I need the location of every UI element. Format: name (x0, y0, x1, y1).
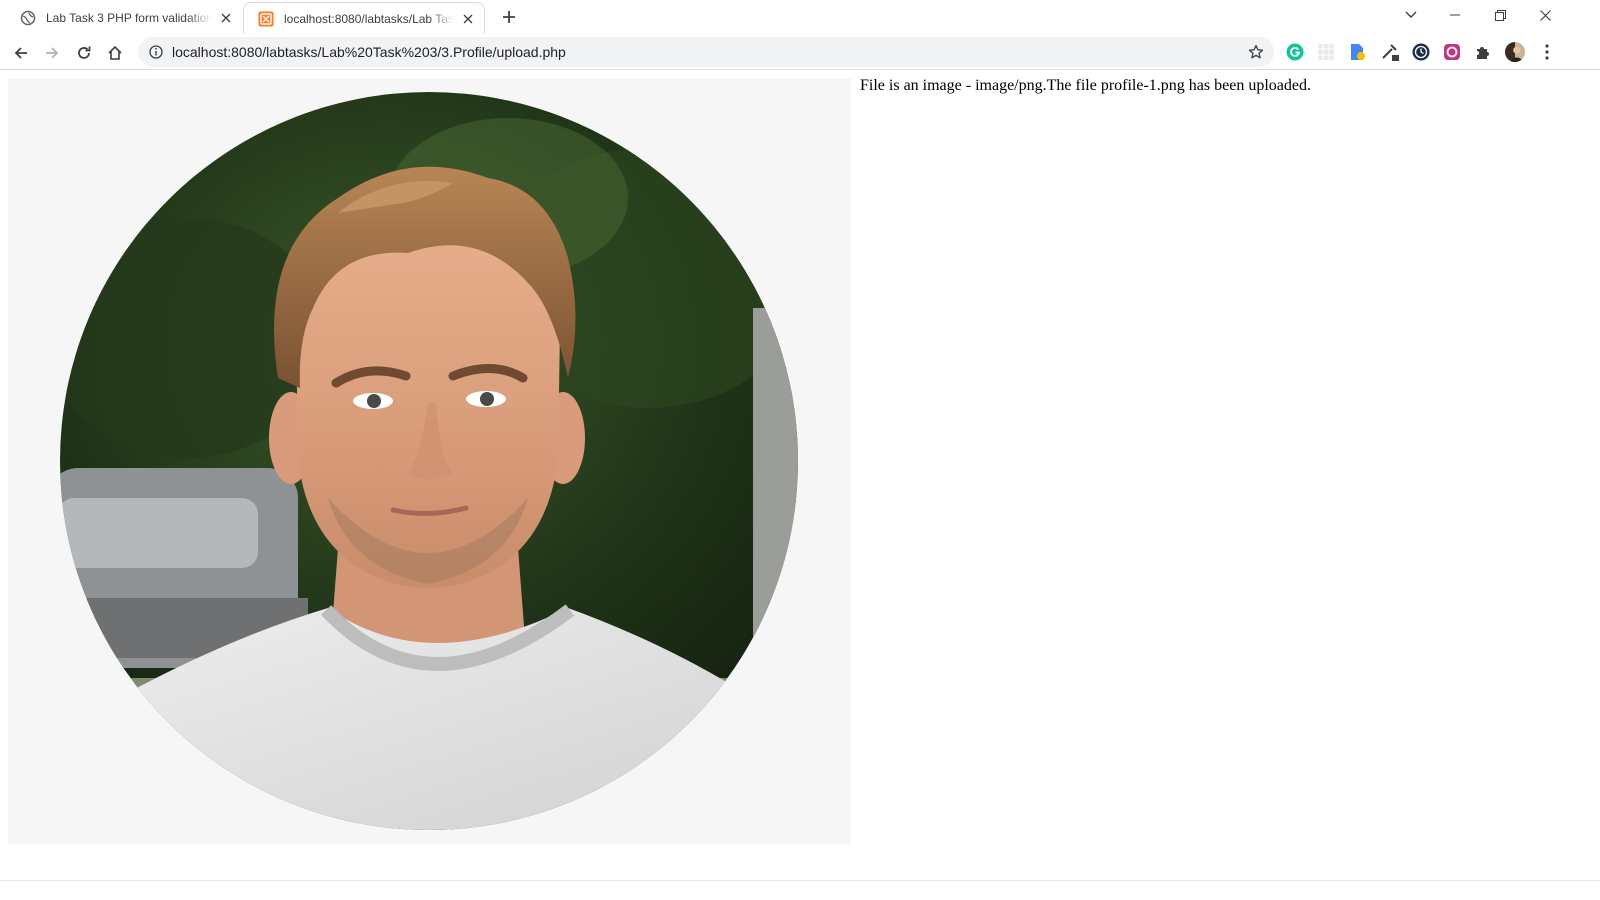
close-tab-icon[interactable] (460, 11, 476, 27)
plus-icon (503, 11, 515, 23)
bookmark-star-icon[interactable] (1246, 42, 1266, 62)
new-tab-button[interactable] (498, 6, 520, 28)
tab-title: localhost:8080/labtasks/Lab Task (284, 11, 454, 26)
puzzle-icon[interactable] (1473, 42, 1493, 62)
home-button[interactable] (101, 39, 129, 67)
globe-icon (20, 10, 36, 26)
close-icon (1539, 9, 1551, 21)
close-tab-icon[interactable] (218, 10, 234, 26)
browser-tab-strip: Lab Task 3 PHP form validation Fi localh… (0, 0, 1600, 34)
forward-button[interactable] (38, 39, 66, 67)
close-window-button[interactable] (1522, 0, 1568, 30)
ext-docs-icon[interactable] (1347, 42, 1367, 62)
window-bottom-edge (0, 880, 1600, 900)
clock-icon[interactable] (1411, 42, 1431, 62)
address-bar-url[interactable]: localhost:8080/labtasks/Lab%20Task%203/3… (172, 44, 1246, 60)
tab-localhost-upload[interactable]: localhost:8080/labtasks/Lab Task (243, 2, 485, 34)
menu-dots-icon[interactable] (1537, 42, 1557, 62)
profile-avatar[interactable] (1505, 42, 1525, 62)
home-icon (108, 45, 122, 60)
chevron-down-icon (1405, 11, 1417, 18)
minimize-button[interactable] (1432, 0, 1478, 30)
tab-lab-task-3[interactable]: Lab Task 3 PHP form validation Fi (6, 2, 242, 34)
restore-icon (1494, 9, 1506, 21)
upload-status-message: File is an image - image/png.The file pr… (860, 77, 1311, 94)
browser-toolbar: localhost:8080/labtasks/Lab%20Task%203/3… (0, 34, 1600, 70)
grammarly-icon[interactable] (1285, 42, 1305, 62)
page-content: File is an image - image/png.The file pr… (0, 70, 1600, 882)
restore-button[interactable] (1477, 0, 1523, 30)
uploaded-profile-image (8, 78, 851, 844)
reload-button[interactable] (70, 39, 98, 67)
minimize-icon (1450, 14, 1460, 16)
back-button[interactable] (7, 39, 35, 67)
arrow-left-icon (14, 47, 27, 59)
tab-search-button[interactable] (1388, 0, 1434, 30)
profile-photo (60, 92, 798, 830)
site-info-icon[interactable] (148, 44, 164, 60)
address-bar[interactable]: localhost:8080/labtasks/Lab%20Task%203/3… (138, 37, 1274, 67)
xampp-icon (258, 11, 274, 27)
eyedropper-icon[interactable] (1380, 42, 1400, 62)
reload-icon (78, 46, 91, 59)
circle-color-icon[interactable] (1442, 42, 1462, 62)
tab-title: Lab Task 3 PHP form validation Fi (46, 11, 212, 25)
ext-grid-icon[interactable] (1316, 42, 1336, 62)
arrow-right-icon (46, 47, 59, 59)
